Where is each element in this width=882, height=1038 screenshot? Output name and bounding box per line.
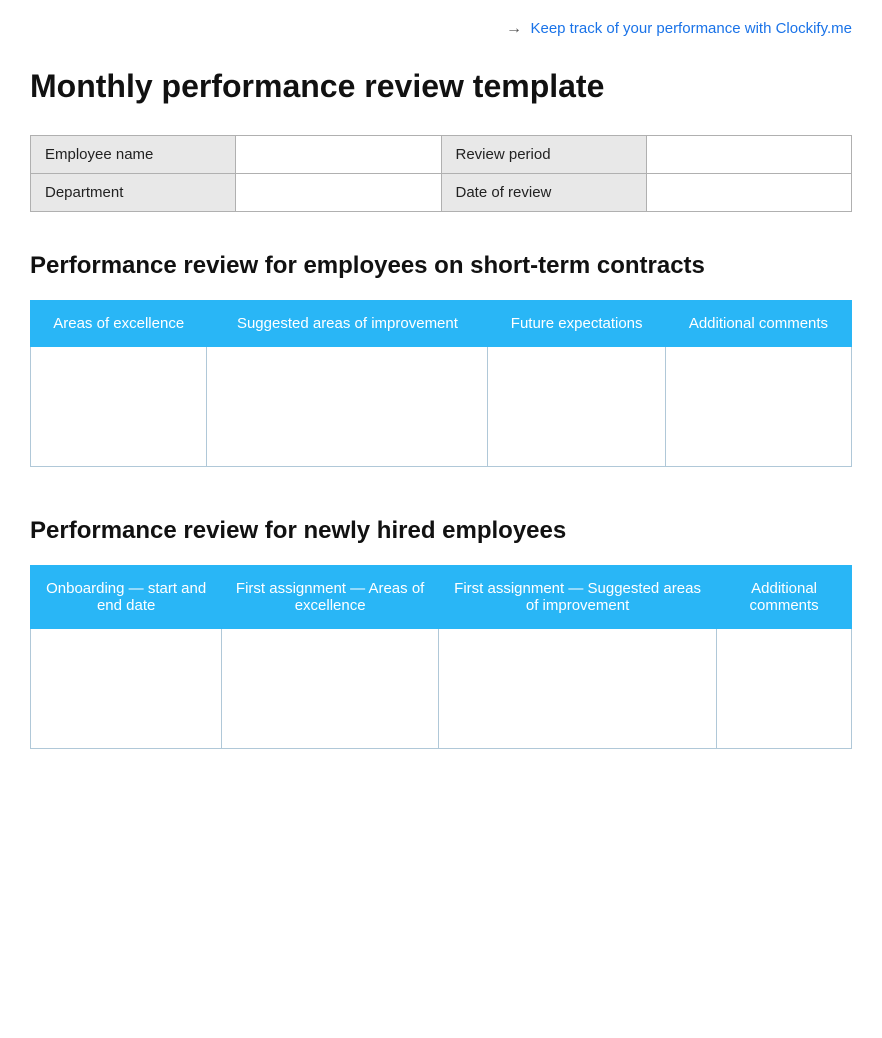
table-header-cell: Suggested areas of improvement: [207, 301, 488, 347]
table-row[interactable]: [488, 347, 665, 467]
page-title: Monthly performance review template: [30, 68, 852, 105]
table-row[interactable]: [31, 629, 222, 749]
table-row[interactable]: [222, 629, 439, 749]
table-row[interactable]: [717, 629, 852, 749]
top-link-row: → Keep track of your performance with Cl…: [30, 20, 852, 38]
info-label: Department: [31, 174, 236, 212]
table-row[interactable]: [665, 347, 851, 467]
table-header-cell: Future expectations: [488, 301, 665, 347]
info-value[interactable]: [236, 174, 441, 212]
info-table: Employee name Review period Department Date…: [30, 135, 852, 212]
table-row[interactable]: [207, 347, 488, 467]
info-value[interactable]: [646, 136, 851, 174]
info-label: Employee name: [31, 136, 236, 174]
table-row[interactable]: [438, 629, 716, 749]
section-title-newly-hired: Performance review for newly hired emplo…: [30, 517, 852, 545]
review-table-short-term: Areas of excellenceSuggested areas of im…: [30, 300, 852, 467]
clockify-link[interactable]: Keep track of your performance with Cloc…: [530, 20, 852, 37]
info-label: Date of review: [441, 174, 646, 212]
info-value[interactable]: [236, 136, 441, 174]
table-row[interactable]: [31, 347, 207, 467]
section-title-short-term: Performance review for employees on shor…: [30, 252, 852, 280]
table-header-cell: Additional comments: [717, 566, 852, 629]
info-label: Review period: [441, 136, 646, 174]
info-value[interactable]: [646, 174, 851, 212]
table-header-cell: Additional comments: [665, 301, 851, 347]
review-table-newly-hired: Onboarding — start and end dateFirst ass…: [30, 565, 852, 749]
table-header-cell: First assignment — Suggested areas of im…: [438, 566, 716, 629]
table-header-cell: First assignment — Areas of excellence: [222, 566, 439, 629]
table-header-cell: Areas of excellence: [31, 301, 207, 347]
arrow-icon: →: [506, 20, 522, 37]
table-header-cell: Onboarding — start and end date: [31, 566, 222, 629]
